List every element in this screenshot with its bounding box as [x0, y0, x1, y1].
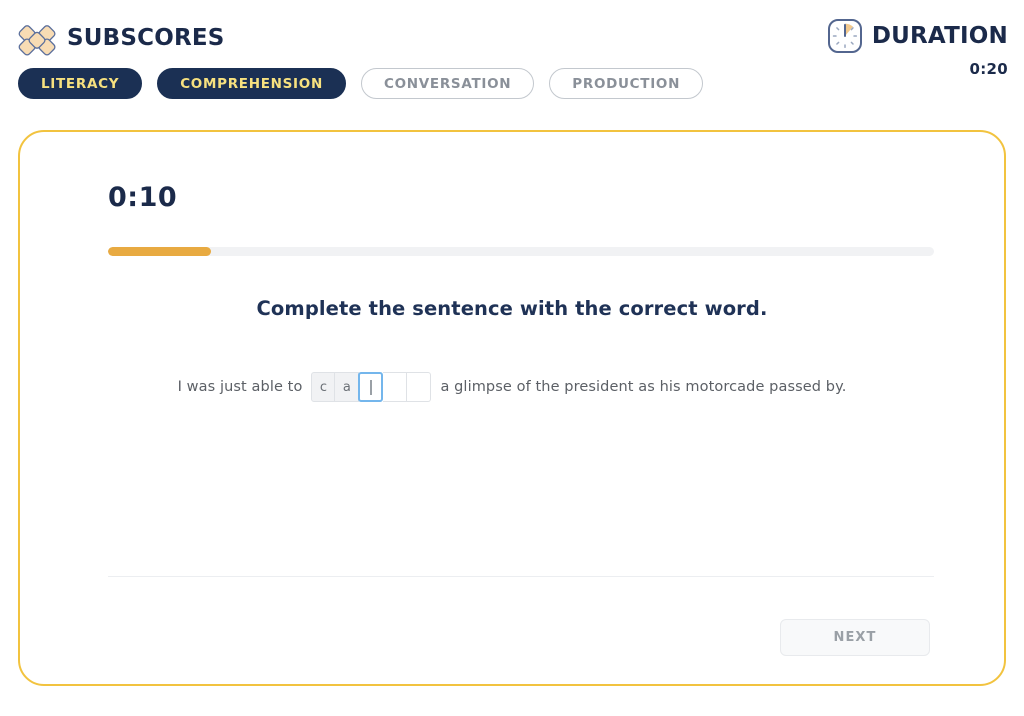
sentence-text-before: I was just able to — [177, 379, 303, 395]
brand: SUBSCORES — [18, 19, 225, 57]
tab-literacy[interactable]: LITERACY — [18, 68, 143, 99]
progress-bar-fill — [108, 247, 212, 256]
duration-value: 0:20 — [969, 60, 1008, 78]
letter-box-3[interactable] — [358, 372, 384, 402]
tab-conversation[interactable]: CONVERSATION — [360, 68, 535, 99]
sentence-text-after: a glimpse of the president as his motorc… — [440, 379, 847, 395]
sentence-prompt: I was just able to c a a glimpse of the … — [20, 372, 1004, 402]
tab-production[interactable]: PRODUCTION — [549, 68, 704, 99]
text-caret — [369, 379, 372, 395]
letter-box-4[interactable] — [383, 372, 408, 402]
letter-input-group[interactable]: c a — [311, 372, 432, 402]
subscore-tabs: LITERACY COMPREHENSION CONVERSATION PROD… — [18, 68, 704, 99]
question-heading: Complete the sentence with the correct w… — [256, 297, 768, 320]
next-button[interactable]: NEXT — [780, 619, 930, 656]
tab-comprehension[interactable]: COMPREHENSION — [157, 68, 346, 99]
question-card: 0:10 Complete the sentence with the corr… — [18, 130, 1006, 686]
four-diamond-cluster-icon — [18, 19, 56, 57]
app-header: SUBSCORES DURATION 0:20 LITERACY COMPREH… — [0, 0, 1024, 110]
letter-box-2[interactable]: a — [335, 372, 360, 402]
duration-indicator: DURATION 0:20 — [827, 18, 1008, 78]
duration-label: DURATION — [871, 22, 1008, 49]
letter-box-5[interactable] — [407, 372, 432, 402]
brand-title: SUBSCORES — [67, 24, 225, 51]
clock-icon — [827, 18, 863, 54]
letter-box-1[interactable]: c — [311, 372, 336, 402]
question-timer: 0:10 — [108, 182, 178, 213]
progress-bar — [108, 247, 934, 256]
footer-divider — [108, 576, 934, 577]
